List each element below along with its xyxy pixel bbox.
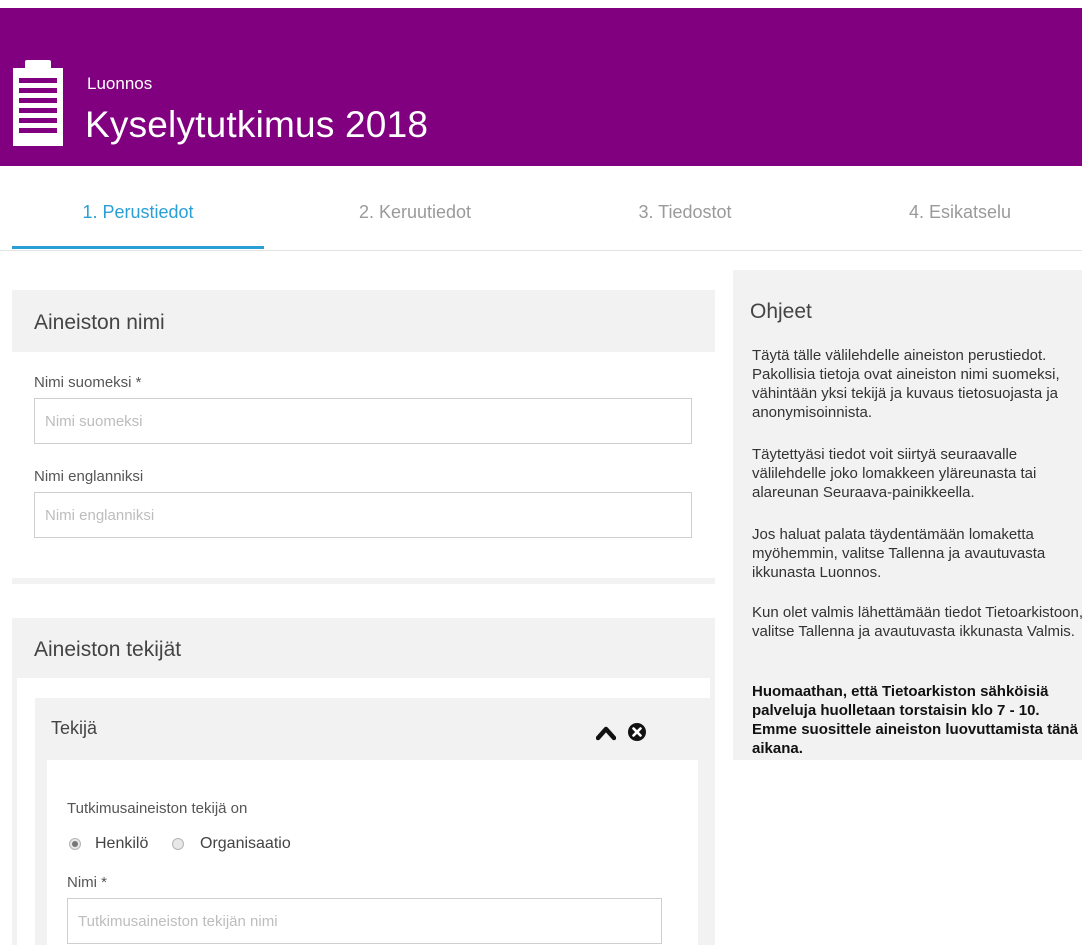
- tab-tiedostot[interactable]: 3. Tiedostot: [560, 202, 810, 223]
- help-paragraph-4: Kun olet valmis lähettämään tiedot Tieto…: [752, 604, 1082, 640]
- radio-person-label[interactable]: Henkilö: [95, 835, 148, 853]
- page-header: Luonnos Kyselytutkimus 2018: [0, 8, 1082, 166]
- dataset-name-panel: Aineiston nimi Nimi suomeksi * Nimi engl…: [12, 290, 715, 584]
- page-title: Kyselytutkimus 2018: [85, 104, 429, 145]
- finnish-name-label: Nimi suomeksi *: [34, 374, 142, 391]
- creator-item: Tekijä Tutkimusaineiston tekijä on Henki…: [35, 698, 710, 945]
- creators-heading: Aineiston tekijät: [34, 638, 182, 661]
- remove-creator-icon[interactable]: [627, 722, 647, 742]
- creators-panel: Aineiston tekijät Tekijä Tutkimusaineist…: [12, 618, 715, 945]
- step-tabs: 1. Perustiedot 2. Keruutiedot 3. Tiedost…: [0, 166, 1082, 251]
- help-paragraph-3: Jos haluat palata täydentämään lomaketta…: [752, 526, 1046, 581]
- dataset-name-heading: Aineiston nimi: [34, 311, 165, 334]
- radio-person[interactable]: [69, 838, 81, 850]
- creator-type-label: Tutkimusaineiston tekijä on: [67, 800, 248, 817]
- chevron-up-icon[interactable]: [596, 725, 616, 741]
- help-heading: Ohjeet: [750, 300, 812, 323]
- finnish-name-input[interactable]: [34, 398, 692, 444]
- active-tab-indicator: [12, 246, 264, 249]
- tab-esikatselu[interactable]: 4. Esikatselu: [835, 202, 1082, 223]
- tab-perustiedot[interactable]: 1. Perustiedot: [12, 202, 264, 223]
- dataset-name-card: Nimi suomeksi * Nimi englanniksi: [12, 352, 715, 578]
- radio-organisation[interactable]: [172, 838, 184, 850]
- draft-status-label: Luonnos: [87, 74, 153, 93]
- creator-form: Tutkimusaineiston tekijä on Henkilö Orga…: [47, 760, 698, 945]
- help-paragraph-2: Täytettyäsi tiedot voit siirtyä seuraava…: [752, 446, 1037, 501]
- radio-organisation-label[interactable]: Organisaatio: [200, 835, 291, 853]
- help-paragraph-1: Täytä tälle välilehdelle aineiston perus…: [752, 347, 1060, 421]
- english-name-label: Nimi englanniksi: [34, 468, 144, 485]
- english-name-input[interactable]: [34, 492, 692, 538]
- creator-heading: Tekijä: [51, 718, 98, 738]
- help-maintenance-notice: Huomaathan, että Tietoarkiston sähköisiä…: [752, 683, 1078, 757]
- tab-keruutiedot[interactable]: 2. Keruutiedot: [290, 202, 540, 223]
- clipboard-icon: [13, 60, 63, 146]
- creator-name-label: Nimi *: [67, 874, 107, 891]
- creator-name-input[interactable]: [67, 898, 662, 944]
- creators-card: Tekijä Tutkimusaineiston tekijä on Henki…: [17, 678, 710, 945]
